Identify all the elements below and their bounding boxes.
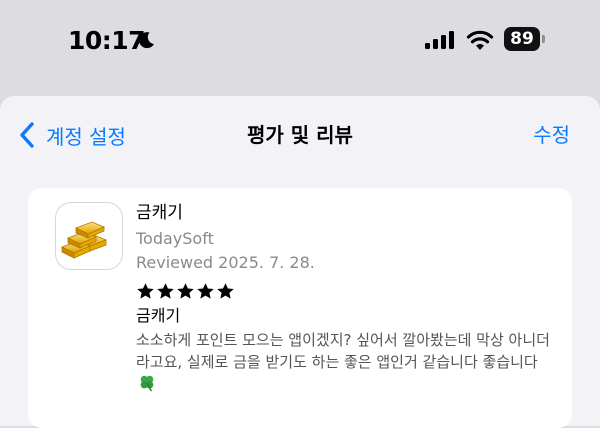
gold-bars-icon[interactable] (55, 202, 123, 270)
developer-name: TodaySoft (136, 229, 214, 248)
review-content: 금캐기 TodaySoft Reviewed 2025. 7. 28. 금캐기 … (136, 202, 556, 395)
status-time: 10:17 (68, 26, 146, 55)
review-card[interactable]: 금캐기 TodaySoft Reviewed 2025. 7. 28. 금캐기 … (28, 188, 572, 428)
star-icon (177, 282, 194, 299)
moon-icon (139, 32, 154, 49)
four-leaf-clover-icon (140, 375, 154, 392)
star-icon (197, 282, 214, 299)
battery-level: 89 (504, 27, 540, 51)
star-icon (157, 282, 174, 299)
battery-icon: 89 (504, 27, 548, 53)
app-name: 금캐기 (136, 203, 183, 223)
page-title: 평가 및 리뷰 (247, 123, 353, 147)
review-title: 금캐기 (136, 306, 181, 325)
star-icon (217, 282, 234, 299)
edit-button[interactable]: 수정 (533, 120, 570, 150)
wifi-icon (466, 30, 494, 50)
navigation-bar: 계정 설정 평가 및 리뷰 수정 (0, 96, 600, 176)
battery-cap (542, 35, 545, 43)
review-body: 소소하게 포인트 모으는 앱이겠지? 싶어서 깔아봤는데 막상 아니더라고요, … (136, 329, 556, 395)
star-rating (136, 279, 556, 303)
status-bar: 10:17 89 (0, 0, 600, 80)
cellular-signal-icon (425, 31, 454, 49)
review-body-text: 소소하게 포인트 모으는 앱이겠지? 싶어서 깔아봤는데 막상 아니더라고요, … (136, 331, 550, 371)
star-icon (137, 282, 154, 299)
review-date: Reviewed 2025. 7. 28. (136, 253, 315, 272)
ratings-reviews-sheet: 계정 설정 평가 및 리뷰 수정 금캐기 TodaySoft Reviewed … (0, 96, 600, 428)
